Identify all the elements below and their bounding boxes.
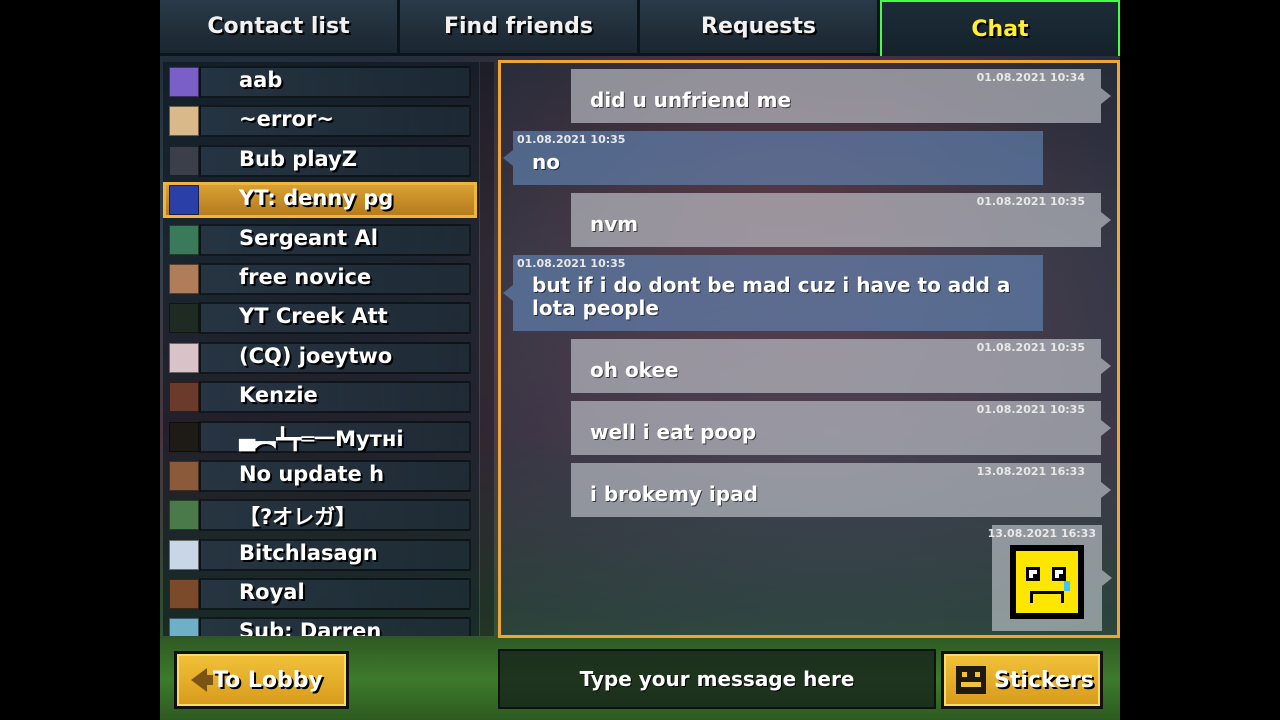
contact-name: No update h: [239, 461, 385, 486]
avatar: [169, 106, 199, 137]
contact-name: Bub playZ: [239, 146, 357, 171]
avatar: [169, 342, 199, 373]
avatar: [169, 579, 199, 610]
contact-row[interactable]: Kenzie: [163, 377, 475, 416]
contact-row[interactable]: Sub: Darren: [163, 613, 475, 636]
contact-name: Royal: [239, 580, 305, 605]
message-input-placeholder: Type your message here: [579, 667, 855, 691]
contact-row[interactable]: Royal: [163, 574, 475, 613]
avatar: [169, 539, 199, 570]
contact-row[interactable]: aab: [163, 62, 475, 101]
tab-find-friends[interactable]: Find friends: [400, 0, 640, 56]
chat-message-incoming: 01.08.2021 10:35 no: [513, 131, 1043, 185]
chat-panel[interactable]: 01.08.2021 10:34 did u unfriend me 01.08…: [498, 60, 1120, 638]
message-timestamp: 13.08.2021 16:33: [987, 527, 1096, 540]
chat-message-outgoing: 01.08.2021 10:35 nvm: [571, 193, 1101, 247]
contact-name: YT: denny pg: [239, 186, 394, 211]
chat-message-outgoing: 01.08.2021 10:35 well i eat poop: [571, 401, 1101, 455]
tab-requests[interactable]: Requests: [640, 0, 880, 56]
message-text: no: [532, 150, 560, 174]
message-timestamp: 01.08.2021 10:35: [976, 195, 1085, 208]
chat-message-outgoing: 01.08.2021 10:34 did u unfriend me: [571, 69, 1101, 123]
contact-name: Kenzie: [239, 383, 318, 408]
avatar: [169, 303, 199, 334]
contact-list-scrollbar[interactable]: [480, 62, 494, 636]
avatar: [169, 145, 199, 176]
tab-chat[interactable]: Chat: [880, 0, 1120, 56]
tab-bar: Contact list Find friends Requests Chat: [160, 0, 1120, 56]
contact-name: Bitchlasagn: [239, 540, 378, 565]
message-timestamp: 01.08.2021 10:34: [976, 71, 1085, 84]
message-text: nvm: [590, 212, 639, 236]
avatar: [169, 618, 199, 636]
contact-row[interactable]: ~error~: [163, 101, 475, 140]
avatar: [169, 460, 199, 491]
contact-row[interactable]: ▄︻┻┳═一Mутнi: [163, 417, 475, 456]
message-timestamp: 01.08.2021 10:35: [976, 403, 1085, 416]
contact-row[interactable]: No update h: [163, 456, 475, 495]
avatar: [169, 185, 199, 216]
bottom-bar: To Lobby Type your message here Stickers: [160, 638, 1120, 720]
game-screen: Contact list Find friends Requests Chat …: [160, 0, 1120, 720]
message-timestamp: 13.08.2021 16:33: [976, 465, 1085, 478]
message-timestamp: 01.08.2021 10:35: [976, 341, 1085, 354]
to-lobby-button[interactable]: To Lobby: [174, 651, 349, 709]
contact-name: free novice: [239, 264, 372, 289]
avatar: [169, 421, 199, 452]
contact-name: aab: [239, 68, 283, 92]
stickers-label: Stickers: [994, 667, 1094, 693]
contact-row[interactable]: free novice: [163, 259, 475, 298]
message-timestamp: 01.08.2021 10:35: [517, 257, 626, 270]
tab-contact-list[interactable]: Contact list: [160, 0, 400, 56]
contact-name: ~error~: [239, 107, 334, 132]
avatar: [169, 263, 199, 294]
chat-message-outgoing: 01.08.2021 10:35 oh okee: [571, 339, 1101, 393]
crying-face-sticker-icon: [1010, 545, 1084, 619]
message-text: did u unfriend me: [590, 88, 792, 112]
contact-name: (CQ) joeytwo: [239, 343, 393, 368]
contact-row[interactable]: Bub playZ: [163, 141, 475, 180]
avatar: [169, 382, 199, 413]
message-text: well i eat poop: [590, 420, 757, 444]
smiley-icon: [956, 666, 986, 694]
chat-message-incoming: 01.08.2021 10:35 but if i do dont be mad…: [513, 255, 1043, 331]
contact-row[interactable]: Bitchlasagn: [163, 535, 475, 574]
contact-row[interactable]: Sergeant Al: [163, 220, 475, 259]
message-timestamp: 01.08.2021 10:35: [517, 133, 626, 146]
chat-message-sticker: 13.08.2021 16:33: [988, 525, 1102, 631]
contact-row[interactable]: YT Creek Att: [163, 298, 475, 337]
contact-name: Sergeant Al: [239, 225, 378, 250]
message-text: but if i do dont be mad cuz i have to ad…: [532, 273, 1011, 320]
contact-name: ▄︻┻┳═一Mутнi: [239, 426, 404, 451]
contact-name: 【?オレガ】: [239, 505, 357, 530]
message-text: oh okee: [590, 358, 679, 382]
avatar: [169, 224, 199, 255]
message-text: i brokemy ipad: [590, 482, 758, 506]
contact-row[interactable]: (CQ) joeytwo: [163, 338, 475, 377]
contact-row[interactable]: YT: denny pg: [163, 180, 477, 219]
contact-name: Sub: Darren: [239, 619, 382, 636]
avatar: [169, 500, 199, 531]
back-arrow-icon: [191, 668, 213, 692]
contact-row[interactable]: 【?オレガ】: [163, 495, 475, 534]
message-input[interactable]: Type your message here: [498, 649, 936, 709]
chat-message-outgoing: 13.08.2021 16:33 i brokemy ipad: [571, 463, 1101, 517]
to-lobby-label: To Lobby: [213, 667, 323, 693]
contact-name: YT Creek Att: [239, 304, 388, 329]
avatar: [169, 67, 199, 97]
contact-list[interactable]: aab ~error~ Bub playZ YT: denny pg Sergeant …: [163, 62, 479, 636]
stickers-button[interactable]: Stickers: [941, 651, 1103, 709]
